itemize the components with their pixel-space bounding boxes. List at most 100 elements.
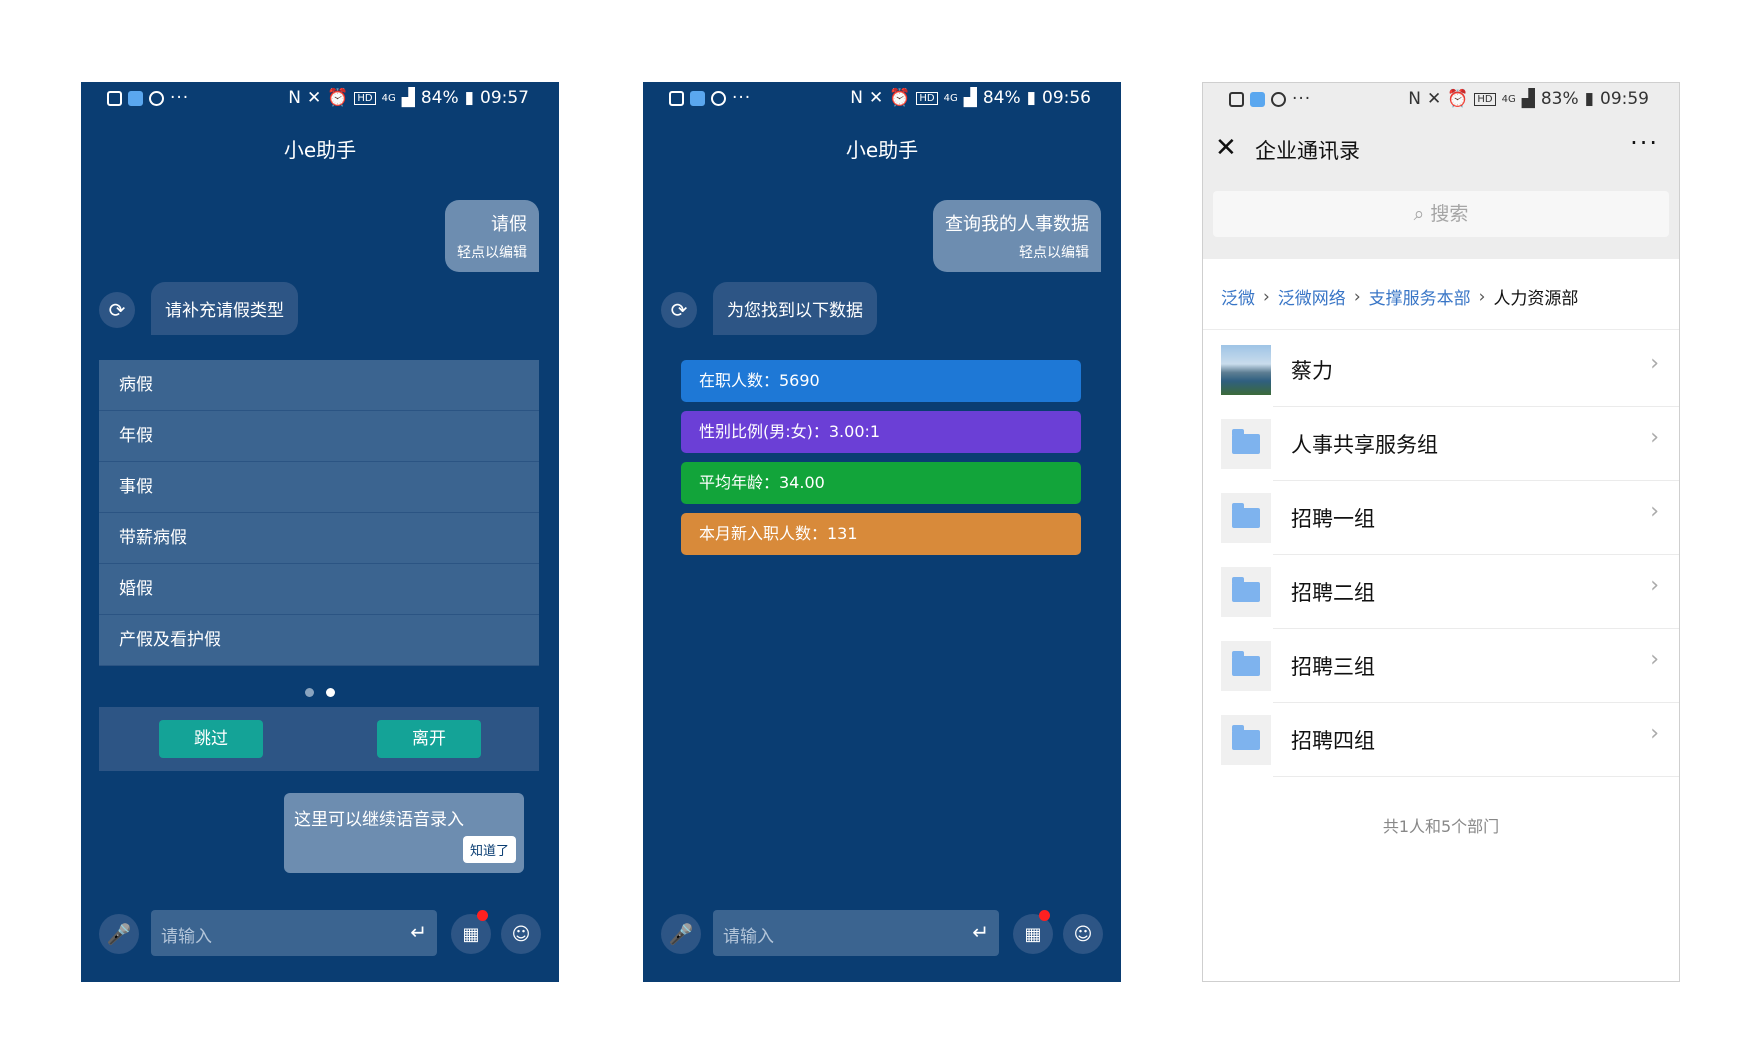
edit-hint: 轻点以编辑: [1019, 245, 1089, 261]
option-maternity-leave[interactable]: 产假及看护假: [99, 615, 539, 666]
user-message-text: 查询我的人事数据: [945, 214, 1089, 235]
folder-icon: [1221, 419, 1271, 469]
message-input[interactable]: 请输入 ↵: [713, 910, 999, 956]
nfc-icon: N: [288, 88, 301, 108]
status-bar: ··· N ✕ ⏰ HD 4G ▟ 84% ▮ 09:56: [643, 82, 1121, 112]
tooltip-text: 这里可以继续语音录入: [294, 810, 464, 830]
battery-percent: 84%: [420, 88, 459, 108]
profile-icon[interactable]: ☺: [501, 914, 541, 954]
data-bar-gender-ratio[interactable]: 性别比例(男:女)：3.00:1: [681, 411, 1081, 453]
notification-dot: [477, 910, 488, 921]
option-sick-leave[interactable]: 病假: [99, 360, 539, 411]
hd-icon: HD: [1474, 92, 1496, 106]
microphone-icon[interactable]: 🎤: [99, 914, 139, 954]
account-icon: [1271, 91, 1286, 107]
user-message-text: 请假: [491, 214, 527, 235]
leave-button[interactable]: 离开: [377, 720, 481, 758]
status-bar: ··· N ✕ ⏰ HD 4G ▟ 84% ▮ 09:57: [81, 82, 559, 112]
notification-dot: [1039, 910, 1050, 921]
battery-icon: ▮: [1026, 88, 1036, 108]
data-bar-average-age[interactable]: 平均年龄：34.00: [681, 462, 1081, 504]
option-personal-leave[interactable]: 事假: [99, 462, 539, 513]
data-bar-headcount[interactable]: 在职人数：5690: [681, 360, 1081, 402]
voice-tooltip: 这里可以继续语音录入 知道了: [284, 793, 524, 873]
page-title: 小e助手: [845, 138, 919, 162]
page-dot: [305, 688, 315, 697]
activity-icon: [107, 90, 122, 106]
department-name: 招聘二组: [1291, 581, 1375, 605]
chevron-right-icon: ›: [1353, 286, 1361, 307]
network-type: 4G: [943, 92, 958, 104]
mute-icon: ✕: [306, 88, 322, 108]
account-icon: [149, 90, 164, 106]
chevron-right-icon: ›: [1650, 425, 1659, 450]
search-input[interactable]: ⌕ 搜索: [1213, 191, 1669, 237]
alarm-icon: ⏰: [1447, 89, 1469, 109]
chevron-right-icon: ›: [1650, 351, 1659, 376]
chat-screen-leave: ··· N ✕ ⏰ HD 4G ▟ 84% ▮ 09:57 小e助手 请假 轻点…: [81, 82, 559, 982]
department-row[interactable]: 人事共享服务组 ›: [1203, 407, 1679, 481]
department-name: 招聘四组: [1291, 729, 1375, 753]
bot-message-bubble: 为您找到以下数据: [713, 282, 877, 335]
signal-icon: ▟: [1521, 89, 1535, 109]
network-type: 4G: [381, 92, 396, 104]
folder-icon: [1221, 715, 1271, 765]
bot-message-bubble: 请补充请假类型: [151, 282, 298, 335]
account-icon: [711, 90, 726, 106]
breadcrumb-item[interactable]: 泛微: [1221, 284, 1255, 309]
status-bar: ··· N ✕ ⏰ HD 4G ▟ 83% ▮ 09:59: [1203, 83, 1679, 113]
option-annual-leave[interactable]: 年假: [99, 411, 539, 462]
department-row[interactable]: 招聘二组 ›: [1203, 555, 1679, 629]
microphone-icon[interactable]: 🎤: [661, 914, 701, 954]
search-icon: ⌕: [1413, 203, 1425, 225]
folder-icon: [1221, 641, 1271, 691]
folder-icon: [1221, 567, 1271, 617]
more-notifications-icon: ···: [1292, 89, 1312, 109]
user-message-bubble[interactable]: 查询我的人事数据 轻点以编辑: [933, 200, 1101, 272]
hd-icon: HD: [916, 91, 938, 105]
page-title: 小e助手: [283, 138, 357, 162]
battery-icon: ▮: [464, 88, 474, 108]
option-marriage-leave[interactable]: 婚假: [99, 564, 539, 615]
list-summary: 共1人和5个部门: [1382, 817, 1500, 836]
enter-icon[interactable]: ↵: [972, 920, 989, 944]
chat-screen-hr-data: ··· N ✕ ⏰ HD 4G ▟ 84% ▮ 09:56 小e助手 查询我的人…: [643, 82, 1121, 982]
search-placeholder: 搜索: [1430, 203, 1469, 225]
close-icon[interactable]: ✕: [1215, 133, 1237, 163]
input-bar: 🎤 请输入 ↵ ▦ ☺: [643, 908, 1121, 958]
network-type: 4G: [1501, 93, 1516, 105]
action-bar: 跳过 离开: [99, 707, 539, 771]
user-message-bubble[interactable]: 请假 轻点以编辑: [445, 200, 539, 272]
folder-icon: [1221, 493, 1271, 543]
input-placeholder: 请输入: [723, 927, 774, 947]
avatar: [1221, 345, 1271, 395]
contact-name: 蔡力: [1291, 359, 1333, 383]
battery-percent: 83%: [1540, 89, 1579, 109]
department-row[interactable]: 招聘三组 ›: [1203, 629, 1679, 703]
clock: 09:59: [1600, 89, 1649, 109]
skip-button[interactable]: 跳过: [159, 720, 263, 758]
more-notifications-icon: ···: [732, 88, 752, 108]
message-input[interactable]: 请输入 ↵: [151, 910, 437, 956]
battery-icon: ▮: [1584, 89, 1594, 109]
edit-hint: 轻点以编辑: [457, 245, 527, 261]
chevron-right-icon: ›: [1650, 721, 1659, 746]
breadcrumb-current: 人力资源部: [1493, 289, 1579, 309]
activity-icon: [669, 90, 684, 106]
more-options-icon[interactable]: ···: [1630, 129, 1659, 157]
department-name: 人事共享服务组: [1291, 433, 1438, 457]
breadcrumb-item[interactable]: 支撑服务本部: [1369, 284, 1471, 309]
data-bar-new-hires[interactable]: 本月新入职人数：131: [681, 513, 1081, 555]
department-row[interactable]: 招聘四组 ›: [1203, 703, 1679, 777]
profile-icon[interactable]: ☺: [1063, 914, 1103, 954]
enter-icon[interactable]: ↵: [410, 920, 427, 944]
contact-row[interactable]: 蔡力 ›: [1203, 333, 1679, 407]
department-name: 招聘一组: [1291, 507, 1375, 531]
option-paid-sick-leave[interactable]: 带薪病假: [99, 513, 539, 564]
tooltip-ok-button[interactable]: 知道了: [462, 836, 516, 863]
nfc-icon: N: [850, 88, 863, 108]
search-area: ⌕ 搜索: [1203, 179, 1679, 259]
breadcrumb-item[interactable]: 泛微网络: [1278, 284, 1346, 309]
chevron-right-icon: ›: [1650, 573, 1659, 598]
department-row[interactable]: 招聘一组 ›: [1203, 481, 1679, 555]
